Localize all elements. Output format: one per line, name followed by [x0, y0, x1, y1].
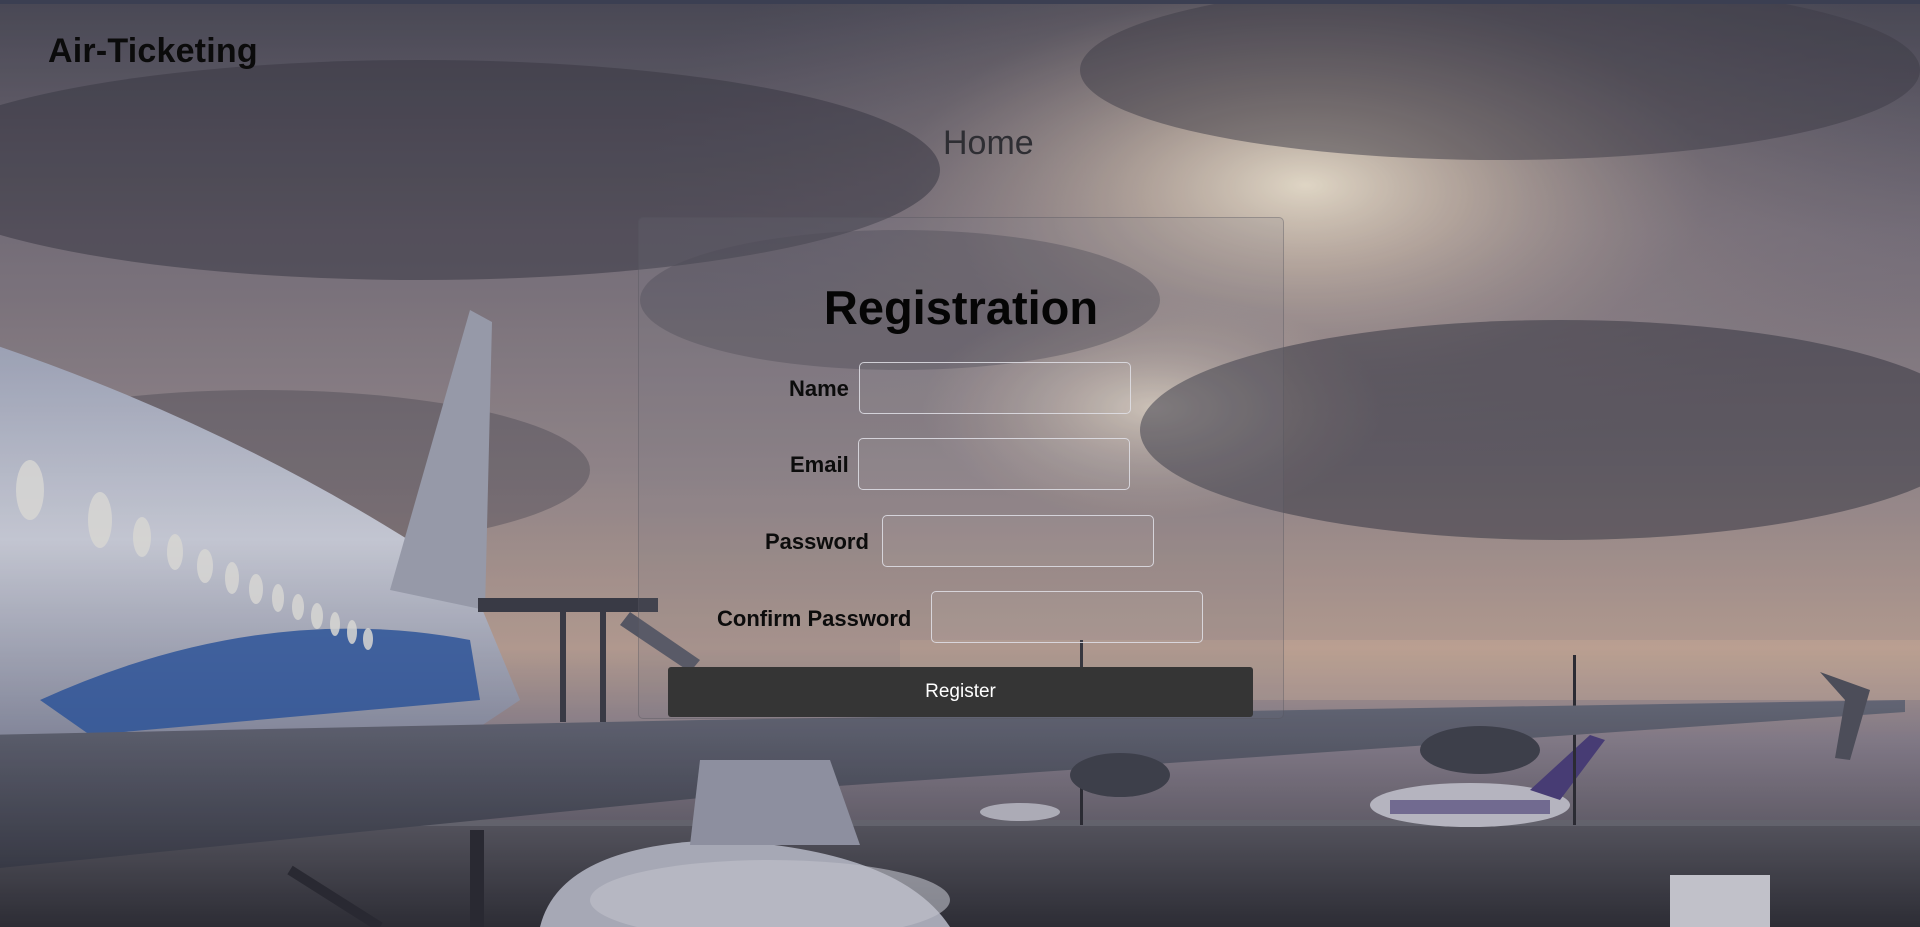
nav-home-link[interactable]: Home	[943, 124, 1034, 163]
password-input[interactable]	[882, 515, 1154, 567]
password-label: Password	[765, 529, 869, 554]
email-input[interactable]	[858, 438, 1130, 490]
confirm-password-label: Confirm Password	[717, 606, 912, 631]
registration-title: Registration	[0, 280, 1920, 335]
name-input[interactable]	[859, 362, 1131, 414]
confirm-password-input[interactable]	[931, 591, 1203, 643]
brand-title: Air-Ticketing	[48, 32, 258, 70]
email-label: Email	[790, 452, 849, 477]
name-label: Name	[789, 376, 849, 401]
top-rule	[0, 0, 1920, 4]
registration-title-text: Registration	[823, 281, 1099, 334]
page: Air-Ticketing Home Registration Name Ema…	[0, 0, 1920, 927]
register-button[interactable]: Register	[668, 667, 1253, 717]
